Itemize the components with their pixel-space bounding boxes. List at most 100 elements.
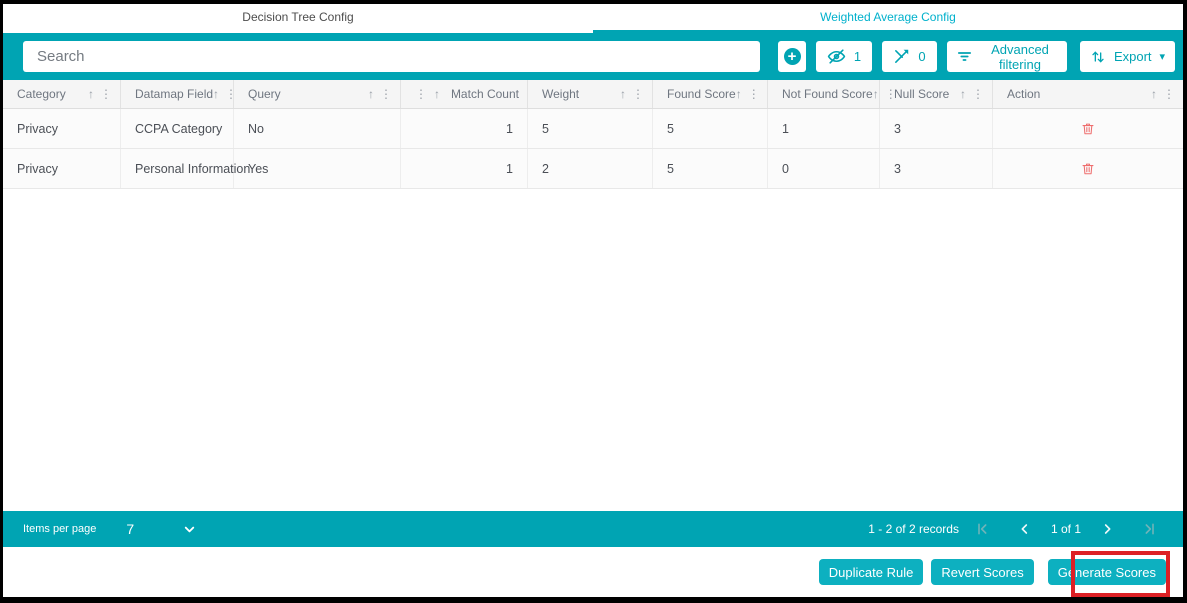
tab-label: Weighted Average Config (820, 10, 956, 24)
chevron-left-icon (1017, 521, 1033, 537)
column-menu-icon[interactable]: ⋮ (415, 88, 427, 100)
delete-rule-button[interactable] (1079, 119, 1097, 138)
sort-asc-icon[interactable]: ↑ (960, 88, 966, 100)
advanced-filtering-button[interactable]: Advanced filtering (947, 41, 1067, 72)
column-controls: ↑ ⋮ (88, 88, 112, 100)
cell-not-found-score: 0 (768, 149, 880, 188)
column-label: Match Count (451, 87, 519, 101)
sort-asc-icon[interactable]: ↑ (620, 88, 626, 100)
advanced-filtering-label: Advanced filtering (982, 42, 1058, 72)
column-header-null-score[interactable]: Null Score ↑ ⋮ (880, 80, 993, 108)
cell-weight: 2 (528, 149, 653, 188)
trash-icon (1081, 121, 1095, 136)
sort-asc-icon[interactable]: ↑ (736, 88, 742, 100)
scissors-icon (893, 48, 910, 65)
caret-down-icon: ▾ (1159, 50, 1165, 63)
cell-query: Yes (234, 149, 401, 188)
cell-query: No (234, 109, 401, 148)
column-header-category[interactable]: Category ↑ ⋮ (3, 80, 121, 108)
column-header-query[interactable]: Query ↑ ⋮ (234, 80, 401, 108)
column-controls: ↑ ⋮ (960, 88, 984, 100)
items-per-page-value[interactable]: 7 (126, 521, 134, 537)
column-label: Found Score (667, 87, 736, 101)
export-label: Export (1114, 49, 1152, 64)
tab-decision-tree-config[interactable]: Decision Tree Config (3, 4, 593, 33)
cut-count: 0 (918, 49, 925, 64)
generate-scores-button[interactable]: Generate Scores (1048, 559, 1166, 585)
column-header-not-found-score[interactable]: Not Found Score ↑ ⋮ (768, 80, 880, 108)
table-header-row: Category ↑ ⋮ Datamap Field ↑ ⋮ Query ↑ ⋮… (3, 80, 1183, 109)
cell-null-score: 3 (880, 149, 993, 188)
column-menu-icon[interactable]: ⋮ (380, 88, 392, 100)
cell-found-score: 5 (653, 109, 768, 148)
column-controls: ↑ ⋮ (368, 88, 392, 100)
items-per-page-dropdown[interactable] (182, 522, 197, 537)
column-menu-icon[interactable]: ⋮ (972, 88, 984, 100)
weighted-average-config-page: Decision Tree Config Weighted Average Co… (3, 4, 1183, 597)
current-page-indicator: 1 of 1 (1051, 522, 1081, 536)
footer-actions: Duplicate Rule Revert Scores Generate Sc… (3, 547, 1183, 597)
sort-vertical-icon (1090, 49, 1106, 65)
sort-asc-icon[interactable]: ↑ (873, 88, 879, 100)
table-row: Privacy CCPA Category No 1 5 5 1 3 (3, 109, 1183, 149)
cell-action (993, 109, 1183, 148)
column-menu-icon[interactable]: ⋮ (632, 88, 644, 100)
chevron-down-icon (182, 522, 197, 537)
trash-icon (1081, 161, 1095, 176)
cell-action (993, 149, 1183, 188)
last-page-icon (1141, 521, 1157, 537)
cell-datamap-field: Personal Information (121, 149, 234, 188)
hidden-columns-count: 1 (854, 49, 861, 64)
sort-asc-icon[interactable]: ↑ (368, 88, 374, 100)
pagination-bar: Items per page 7 1 - 2 of 2 records (3, 511, 1183, 547)
column-header-found-score[interactable]: Found Score ↑ ⋮ (653, 80, 768, 108)
column-label: Not Found Score (782, 87, 873, 101)
sort-asc-icon[interactable]: ↑ (213, 88, 219, 100)
cell-weight: 5 (528, 109, 653, 148)
column-controls: ↑ ⋮ (620, 88, 644, 100)
cut-button[interactable]: 0 (882, 41, 937, 72)
sort-asc-icon[interactable]: ↑ (1151, 88, 1157, 100)
cell-found-score: 5 (653, 149, 768, 188)
cell-null-score: 3 (880, 109, 993, 148)
column-controls: ↑ ⋮ (1151, 88, 1175, 100)
column-label: Category (17, 87, 66, 101)
column-controls: ↑ ⋮ (736, 88, 760, 100)
column-label: Null Score (894, 87, 949, 101)
eye-off-icon (827, 47, 846, 66)
previous-page-button[interactable] (1017, 521, 1033, 537)
last-page-button[interactable] (1141, 521, 1157, 537)
add-rule-button[interactable]: + (778, 41, 806, 72)
sort-asc-icon[interactable]: ↑ (88, 88, 94, 100)
column-header-weight[interactable]: Weight ↑ ⋮ (528, 80, 653, 108)
plus-circle-icon: + (784, 48, 801, 65)
column-controls: ⋮ ↑ (415, 88, 440, 100)
first-page-button[interactable] (975, 521, 991, 537)
column-header-match-count[interactable]: ⋮ ↑ Match Count (401, 80, 528, 108)
export-button[interactable]: Export ▾ (1080, 41, 1175, 72)
cell-not-found-score: 1 (768, 109, 880, 148)
duplicate-rule-button[interactable]: Duplicate Rule (819, 559, 924, 585)
records-summary: 1 - 2 of 2 records (868, 522, 959, 536)
revert-scores-button[interactable]: Revert Scores (931, 559, 1033, 585)
sort-asc-icon[interactable]: ↑ (434, 88, 440, 100)
filter-icon (956, 48, 973, 65)
column-label: Weight (542, 87, 579, 101)
tab-weighted-average-config[interactable]: Weighted Average Config (593, 4, 1183, 33)
column-header-datamap-field[interactable]: Datamap Field ↑ ⋮ (121, 80, 234, 108)
table-empty-area (3, 189, 1183, 511)
hidden-columns-button[interactable]: 1 (816, 41, 872, 72)
cell-datamap-field: CCPA Category (121, 109, 234, 148)
column-label: Action (1007, 87, 1040, 101)
search-input[interactable] (23, 41, 760, 72)
items-per-page-label: Items per page (23, 523, 96, 535)
delete-rule-button[interactable] (1079, 159, 1097, 178)
cell-match-count: 1 (401, 109, 528, 148)
column-header-action[interactable]: Action ↑ ⋮ (993, 80, 1183, 108)
column-menu-icon[interactable]: ⋮ (748, 88, 760, 100)
column-label: Query (248, 87, 281, 101)
column-menu-icon[interactable]: ⋮ (1163, 88, 1175, 100)
cell-match-count: 1 (401, 149, 528, 188)
next-page-button[interactable] (1099, 521, 1115, 537)
column-menu-icon[interactable]: ⋮ (100, 88, 112, 100)
